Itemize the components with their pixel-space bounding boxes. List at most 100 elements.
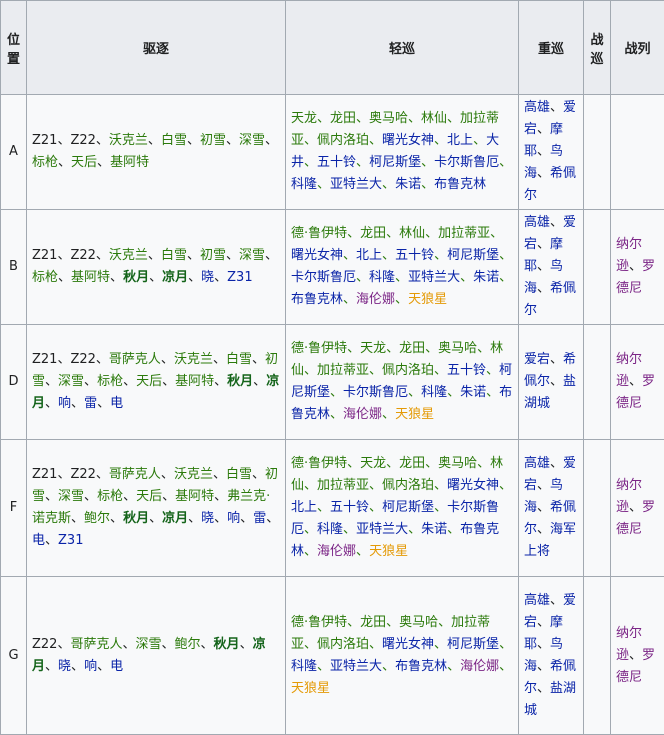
ship-link[interactable]: 白雪 [161, 248, 187, 263]
ship-link[interactable]: 卡尔斯鲁厄 [434, 155, 499, 170]
ship-link[interactable]: 响 [58, 396, 71, 411]
ship-link[interactable]: 标枪 [32, 270, 58, 285]
ship-link[interactable]: 白雪 [226, 352, 252, 367]
ship-link[interactable]: 哥萨克人 [70, 637, 122, 652]
ship-link[interactable]: 柯尼斯堡 [382, 500, 434, 515]
ship-link[interactable]: 深雪 [58, 374, 84, 389]
ship-link[interactable]: 标枪 [97, 489, 123, 504]
ship-link[interactable]: 高雄 [524, 456, 550, 471]
ship-link[interactable]: 科隆 [317, 522, 343, 537]
ship-link[interactable]: 白雪 [161, 133, 187, 148]
ship-link[interactable]: 哥萨克人 [109, 467, 161, 482]
ship-link[interactable]: 秋月 [123, 270, 149, 285]
ship-link[interactable]: 曙光女神 [447, 478, 499, 493]
ship-link[interactable]: 北上 [356, 248, 382, 263]
ship-link[interactable]: 标枪 [97, 374, 123, 389]
ship-link[interactable]: 电 [32, 533, 45, 548]
ship-link[interactable]: 布鲁克林 [395, 659, 447, 674]
ship-link[interactable]: 五十铃 [317, 155, 356, 170]
ship-link[interactable]: 海伦娜 [343, 407, 382, 422]
ship-link[interactable]: 深雪 [239, 248, 265, 263]
ship-link[interactable]: 白雪 [226, 467, 252, 482]
ship-link[interactable]: 沃克兰 [174, 352, 213, 367]
ship-link[interactable]: 亚特兰大 [356, 522, 408, 537]
ship-link[interactable]: 鲍尔 [175, 637, 201, 652]
ship-link[interactable]: 海伦娜 [460, 659, 499, 674]
ship-link[interactable]: 科隆 [291, 177, 317, 192]
ship-link[interactable]: 五十铃 [447, 363, 486, 378]
ship-link[interactable]: 柯尼斯堡 [447, 637, 499, 652]
ship-link[interactable]: 标枪 [32, 155, 58, 170]
ship-link[interactable]: Z31 [227, 270, 252, 285]
ship-link[interactable]: 高雄 [524, 593, 550, 608]
ship-link[interactable]: 朱诺 [460, 385, 486, 400]
ship-link[interactable]: 海伦娜 [356, 292, 395, 307]
ship-link[interactable]: 天狼星 [395, 407, 434, 422]
ship-link[interactable]: 北上 [447, 133, 473, 148]
ship-link[interactable]: 亚特兰大 [408, 270, 460, 285]
ship-link[interactable]: 天狼星 [408, 292, 447, 307]
ship-link[interactable]: 天狼星 [291, 681, 330, 696]
ship-link[interactable]: 五十铃 [395, 248, 434, 263]
ship-link[interactable]: 基阿特 [110, 155, 149, 170]
ship-link[interactable]: 曙光女神 [291, 248, 343, 263]
ship-link[interactable]: 科隆 [369, 270, 395, 285]
ship-link[interactable]: 布鲁克林 [434, 177, 486, 192]
ship-link[interactable]: 初雪 [200, 133, 226, 148]
ship-link[interactable]: 沃克兰 [109, 133, 148, 148]
ship-link[interactable]: 基阿特 [71, 270, 110, 285]
ship-link[interactable]: 凉月 [162, 270, 188, 285]
ship-link[interactable]: 秋月 [227, 374, 253, 389]
ship-link[interactable]: Z31 [58, 533, 83, 548]
ship-link[interactable]: 科隆 [291, 659, 317, 674]
ship-link[interactable]: 雷 [84, 396, 97, 411]
ship-link[interactable]: 曙光女神 [382, 637, 434, 652]
ship-link[interactable]: 高雄 [524, 100, 550, 115]
ship-link[interactable]: 朱诺 [395, 177, 421, 192]
ship-link[interactable]: 天后 [71, 155, 97, 170]
ship-link[interactable]: 海伦娜 [317, 544, 356, 559]
ship-link[interactable]: 电 [110, 396, 123, 411]
ship-link[interactable]: 电 [110, 659, 123, 674]
ship-link[interactable]: 科隆 [421, 385, 447, 400]
ship-link[interactable]: 响 [84, 659, 97, 674]
ship-link[interactable]: 朱诺 [421, 522, 447, 537]
ship-link[interactable]: 曙光女神 [382, 133, 434, 148]
ship-link[interactable]: 朱诺 [473, 270, 499, 285]
ship-link[interactable]: 雷 [253, 511, 266, 526]
ship-link[interactable]: 深雪 [135, 637, 161, 652]
ship-link[interactable]: 深雪 [239, 133, 265, 148]
ship-link[interactable]: 高雄 [524, 215, 550, 230]
ship-link[interactable]: 秋月 [214, 637, 240, 652]
ship-link[interactable]: 凉月 [162, 511, 188, 526]
ship-link[interactable]: 亚特兰大 [330, 659, 382, 674]
ship-link[interactable]: 天后 [136, 374, 162, 389]
separator-text: 、 [537, 144, 551, 159]
ship-link[interactable]: 晓 [58, 659, 71, 674]
ship-link[interactable]: 五十铃 [330, 500, 369, 515]
ship-link[interactable]: 响 [227, 511, 240, 526]
ship-link[interactable]: 德·鲁伊特、龙田、林仙、加拉蒂亚、 [291, 226, 503, 241]
ship-link[interactable]: 天后 [136, 489, 162, 504]
ship-link[interactable]: 卡尔斯鲁厄 [343, 385, 408, 400]
ship-link[interactable]: 基阿特 [175, 374, 214, 389]
ship-link[interactable]: 秋月 [123, 511, 149, 526]
ship-link[interactable]: 柯尼斯堡 [369, 155, 421, 170]
ship-link[interactable]: 北上 [291, 500, 317, 515]
ship-link[interactable]: 布鲁克林 [291, 292, 343, 307]
ship-link[interactable]: 天狼星 [369, 544, 408, 559]
ship-link[interactable]: 卡尔斯鲁厄 [291, 270, 356, 285]
ship-link[interactable]: 亚特兰大 [330, 177, 382, 192]
ship-link[interactable]: 深雪 [58, 489, 84, 504]
ship-link[interactable]: 柯尼斯堡 [447, 248, 499, 263]
ship-link[interactable]: 初雪 [200, 248, 226, 263]
ship-link[interactable]: 沃克兰 [109, 248, 148, 263]
ship-link[interactable]: 晓 [201, 511, 214, 526]
ship-link[interactable]: 基阿特 [175, 489, 214, 504]
ship-link[interactable]: 爱宕 [524, 352, 550, 367]
ship-link[interactable]: 晓 [201, 270, 214, 285]
ship-link[interactable]: 哥萨克人 [109, 352, 161, 367]
ship-link[interactable]: 鲍尔 [84, 511, 110, 526]
ship-link[interactable]: 沃克兰 [174, 467, 213, 482]
separator-text: 、 [186, 133, 200, 148]
